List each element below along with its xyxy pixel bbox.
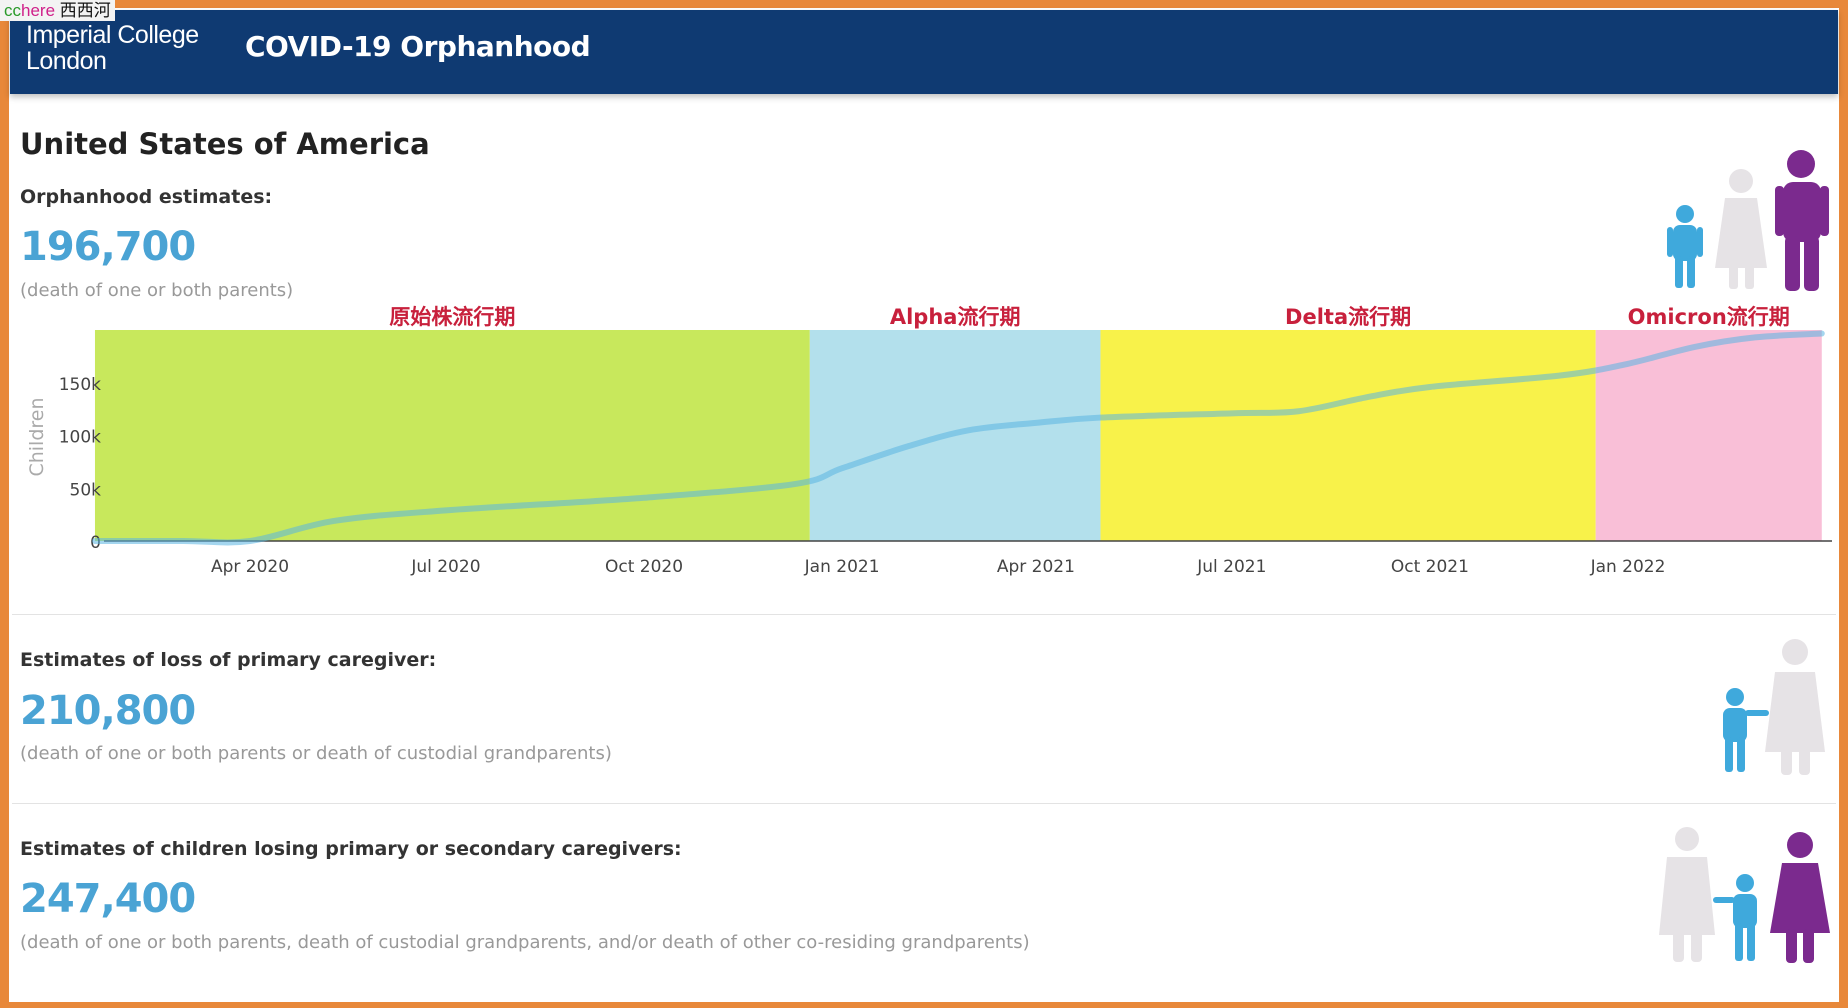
child-figure-icon xyxy=(1667,205,1703,288)
period-label: Delta流行期 xyxy=(1285,305,1411,329)
primary-caregiver-value: 210,800 xyxy=(20,688,196,734)
period-label: Alpha流行期 xyxy=(890,305,1021,329)
y-tick-label: 50k xyxy=(70,480,102,500)
period-label: Omicron流行期 xyxy=(1628,305,1790,329)
app-title: COVID-19 Orphanhood xyxy=(245,30,591,63)
grandmother-figure-icon xyxy=(1765,639,1825,775)
x-tick-label: Jul 2020 xyxy=(410,557,480,577)
primary-caregiver-note: (death of one or both parents or death o… xyxy=(20,743,612,764)
y-tick-label: 150k xyxy=(59,375,101,395)
parents-and-child-icon xyxy=(1667,150,1829,291)
watermark-cc: cc xyxy=(4,1,21,20)
x-tick-label: Jan 2022 xyxy=(1590,557,1666,577)
grandparent-and-child-icon xyxy=(1723,639,1825,775)
x-tick-label: Apr 2020 xyxy=(211,557,289,577)
y-axis-label: Children xyxy=(26,397,48,476)
y-tick-label: 100k xyxy=(59,428,101,448)
child-figure-icon xyxy=(1723,688,1769,772)
primary-caregiver-label: Estimates of loss of primary caregiver: xyxy=(20,649,437,671)
x-tick-label: Jan 2021 xyxy=(804,557,880,577)
orphanhood-chart: 原始株流行期 Alpha流行期 Delta流行期 Omicron流行期 050k100… xyxy=(26,305,1832,577)
country-title: United States of America xyxy=(20,127,430,161)
man-figure-icon xyxy=(1775,150,1829,291)
app-header: Imperial College London COVID-19 Orphanh… xyxy=(10,10,1838,94)
child-figure-icon xyxy=(1713,874,1757,961)
watermark-cn: 西西河 xyxy=(59,1,111,20)
period-label: 原始株流行期 xyxy=(389,305,515,329)
period-band xyxy=(1100,330,1596,541)
logo-line-1: Imperial College xyxy=(26,21,199,49)
orphanhood-value: 196,700 xyxy=(20,224,196,270)
imperial-logo[interactable]: Imperial College London xyxy=(26,22,199,74)
logo-line-2: London xyxy=(26,47,107,75)
x-tick-label: Jul 2021 xyxy=(1196,557,1266,577)
secondary-caregivers-note: (death of one or both parents, death of … xyxy=(20,932,1030,953)
secondary-caregivers-value: 247,400 xyxy=(20,876,196,922)
x-tick-label: Apr 2021 xyxy=(997,557,1075,577)
woman-figure-icon xyxy=(1770,832,1830,963)
watermark: cchere 西西河 xyxy=(0,0,115,21)
grandmother-figure-icon xyxy=(1659,827,1715,962)
woman-figure-icon xyxy=(1715,169,1767,289)
x-tick-label: Oct 2021 xyxy=(1391,557,1469,577)
x-tick-label: Oct 2020 xyxy=(605,557,683,577)
section-divider xyxy=(12,803,1836,804)
grandparent-child-parent-icon xyxy=(1659,827,1830,963)
secondary-caregivers-label: Estimates of children losing primary or … xyxy=(20,838,682,860)
orphanhood-note: (death of one or both parents) xyxy=(20,280,294,301)
watermark-here: here xyxy=(21,1,56,20)
orphanhood-label: Orphanhood estimates: xyxy=(20,186,273,208)
section-divider xyxy=(12,614,1836,615)
